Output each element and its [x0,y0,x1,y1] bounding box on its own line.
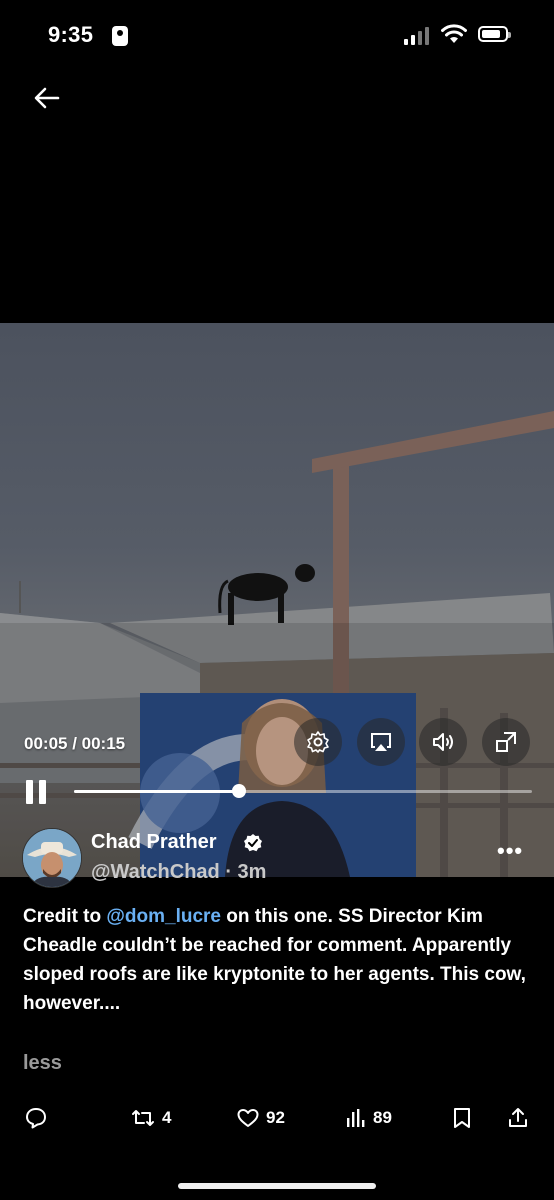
retweet-icon [132,1110,154,1126]
like-button[interactable]: 92 [236,1106,285,1130]
cellular-signal-icon [404,27,429,45]
more-options-icon[interactable]: ••• [497,838,523,864]
author-name[interactable]: Chad Prather [91,831,217,854]
wifi-icon [441,24,467,43]
mention-link[interactable]: @dom_lucre [106,906,221,927]
view-count: 89 [373,1108,392,1127]
bookmark-button[interactable] [451,1106,473,1130]
video-timecode: 00:05 / 00:15 [24,734,126,753]
show-less-link[interactable]: less [23,1052,62,1075]
avatar[interactable] [22,828,82,888]
like-count: 92 [266,1108,285,1127]
reply-button[interactable] [24,1106,48,1130]
home-indicator[interactable] [178,1183,376,1189]
tweet-text-prefix: Credit to [23,906,107,927]
share-icon [509,1108,527,1127]
id-badge-icon [112,26,128,46]
gear-icon [307,731,329,753]
video-progress-fill [74,790,239,793]
views-button[interactable]: 89 [345,1106,392,1130]
verified-badge-icon [244,834,262,852]
reply-bubble-icon [26,1108,46,1129]
speaker-icon [433,733,453,751]
bookmark-icon [454,1108,470,1128]
airplay-icon [371,733,391,751]
video-settings-button[interactable] [294,718,342,766]
video-player[interactable] [0,323,554,877]
pause-button[interactable] [24,778,48,806]
status-time: 9:35 [48,22,94,47]
retweet-button[interactable]: 4 [130,1106,171,1130]
video-frame [0,411,554,877]
retweet-count: 4 [162,1108,172,1127]
heart-icon [237,1109,259,1127]
battery-icon [478,26,511,42]
analytics-bars-icon [347,1109,365,1127]
minimize-video-button[interactable] [482,718,530,766]
airplay-button[interactable] [357,718,405,766]
volume-button[interactable] [419,718,467,766]
tweet-text: Credit to @dom_lucre on this one. SS Dir… [23,902,533,1018]
avatar-image [23,829,81,887]
back-arrow-icon[interactable] [34,86,60,110]
share-button[interactable] [506,1106,530,1130]
video-scrubber-thumb[interactable] [232,784,246,798]
author-handle[interactable]: @WatchChad · 3m [91,861,266,884]
picture-in-picture-icon [496,732,516,752]
